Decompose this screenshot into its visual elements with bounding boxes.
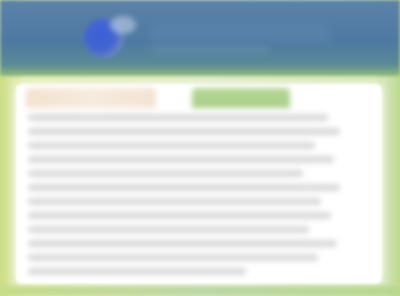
text-line	[28, 114, 328, 121]
text-line	[28, 212, 331, 219]
text-line	[28, 268, 247, 275]
text-line	[28, 128, 340, 135]
article-text-blurred	[28, 114, 340, 275]
text-line	[28, 240, 337, 247]
tab-home[interactable]	[26, 88, 156, 108]
footer-strip	[0, 286, 400, 296]
blurred-web-page	[0, 0, 400, 296]
text-line	[28, 254, 319, 261]
text-line	[28, 198, 322, 205]
site-title-blurred	[150, 24, 330, 42]
text-line	[28, 184, 340, 191]
text-line	[28, 142, 316, 149]
right-background-border	[382, 76, 400, 296]
text-line	[28, 226, 309, 233]
tab-active[interactable]	[192, 88, 290, 108]
left-background-border	[0, 76, 16, 296]
text-line	[28, 170, 303, 177]
logo-highlight	[110, 16, 136, 34]
site-subtitle-blurred	[150, 46, 270, 54]
text-line	[28, 156, 334, 163]
